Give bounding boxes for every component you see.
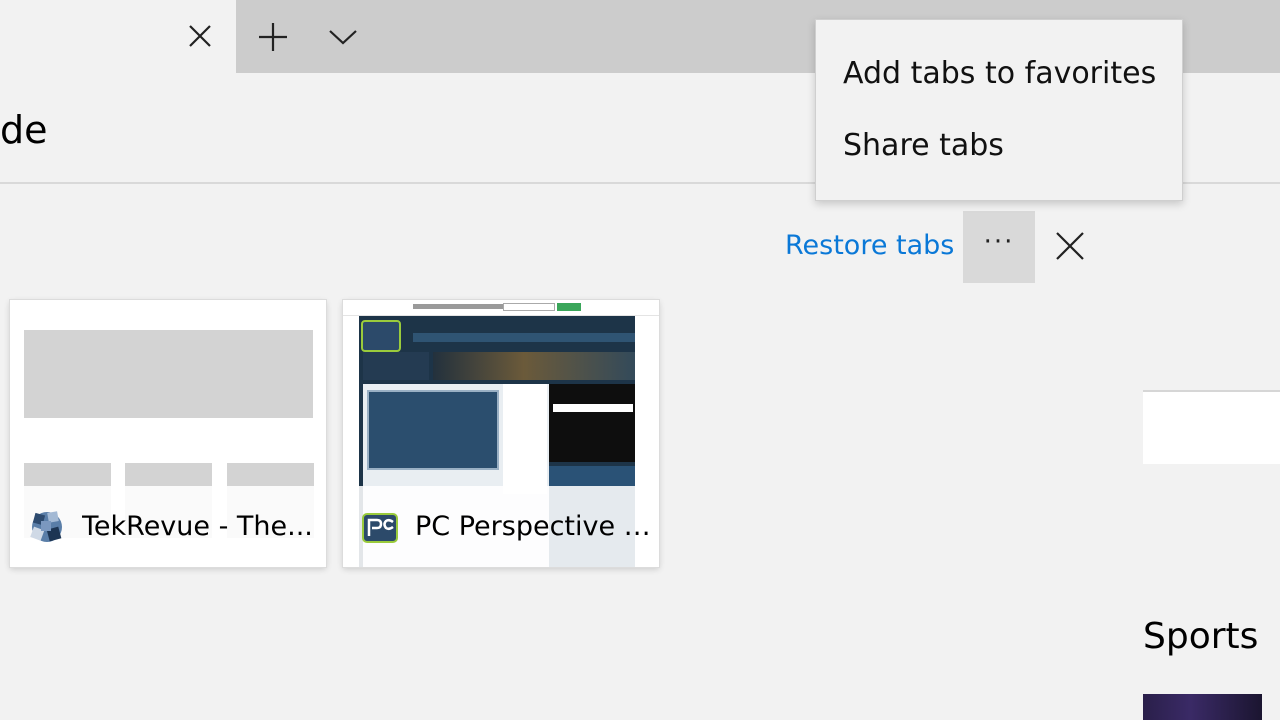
background-image — [1143, 694, 1262, 720]
more-options-menu: Add tabs to favorites Share tabs — [815, 19, 1183, 201]
preview-logo — [361, 320, 401, 352]
close-icon — [1056, 232, 1084, 260]
section-heading: Sports — [1143, 616, 1259, 657]
preview-list — [503, 384, 547, 494]
thumbnail-placeholder — [24, 330, 313, 418]
preview-feature — [367, 390, 499, 470]
preview-login — [363, 352, 429, 380]
new-tab-button[interactable] — [248, 12, 298, 62]
preview-nav — [413, 333, 635, 342]
more-options-button[interactable]: ··· — [963, 211, 1035, 283]
active-tab[interactable] — [0, 0, 236, 73]
tab-thumbnail-tekrevue[interactable]: TekRevue - The... — [10, 300, 326, 567]
tab-title: PC Perspective |... — [415, 511, 651, 542]
close-pane-button[interactable] — [1050, 226, 1090, 266]
tab-thumbnail-pcper[interactable]: PC Perspective |... — [343, 300, 659, 567]
preview-ad — [549, 384, 635, 462]
tab-preview-button[interactable] — [318, 12, 368, 62]
preview-input — [503, 303, 555, 311]
menu-item-add-to-favorites[interactable]: Add tabs to favorites — [816, 38, 1182, 110]
address-text: de — [0, 108, 48, 152]
menu-item-share-tabs[interactable]: Share tabs — [816, 110, 1182, 182]
tab-title: TekRevue - The... — [82, 511, 313, 542]
chevron-down-icon — [329, 30, 357, 45]
plus-icon — [259, 23, 287, 51]
more-icon: ··· — [983, 227, 1015, 257]
tekrevue-favicon — [28, 508, 66, 546]
restore-tabs-link[interactable]: Restore tabs — [785, 226, 954, 266]
preview-banner — [433, 352, 635, 380]
preview-ad-text — [553, 404, 633, 412]
preview-button — [557, 303, 581, 311]
preview-text — [413, 304, 503, 309]
background-panel — [1143, 392, 1280, 464]
close-icon[interactable] — [182, 18, 218, 54]
pcper-favicon — [361, 508, 399, 546]
